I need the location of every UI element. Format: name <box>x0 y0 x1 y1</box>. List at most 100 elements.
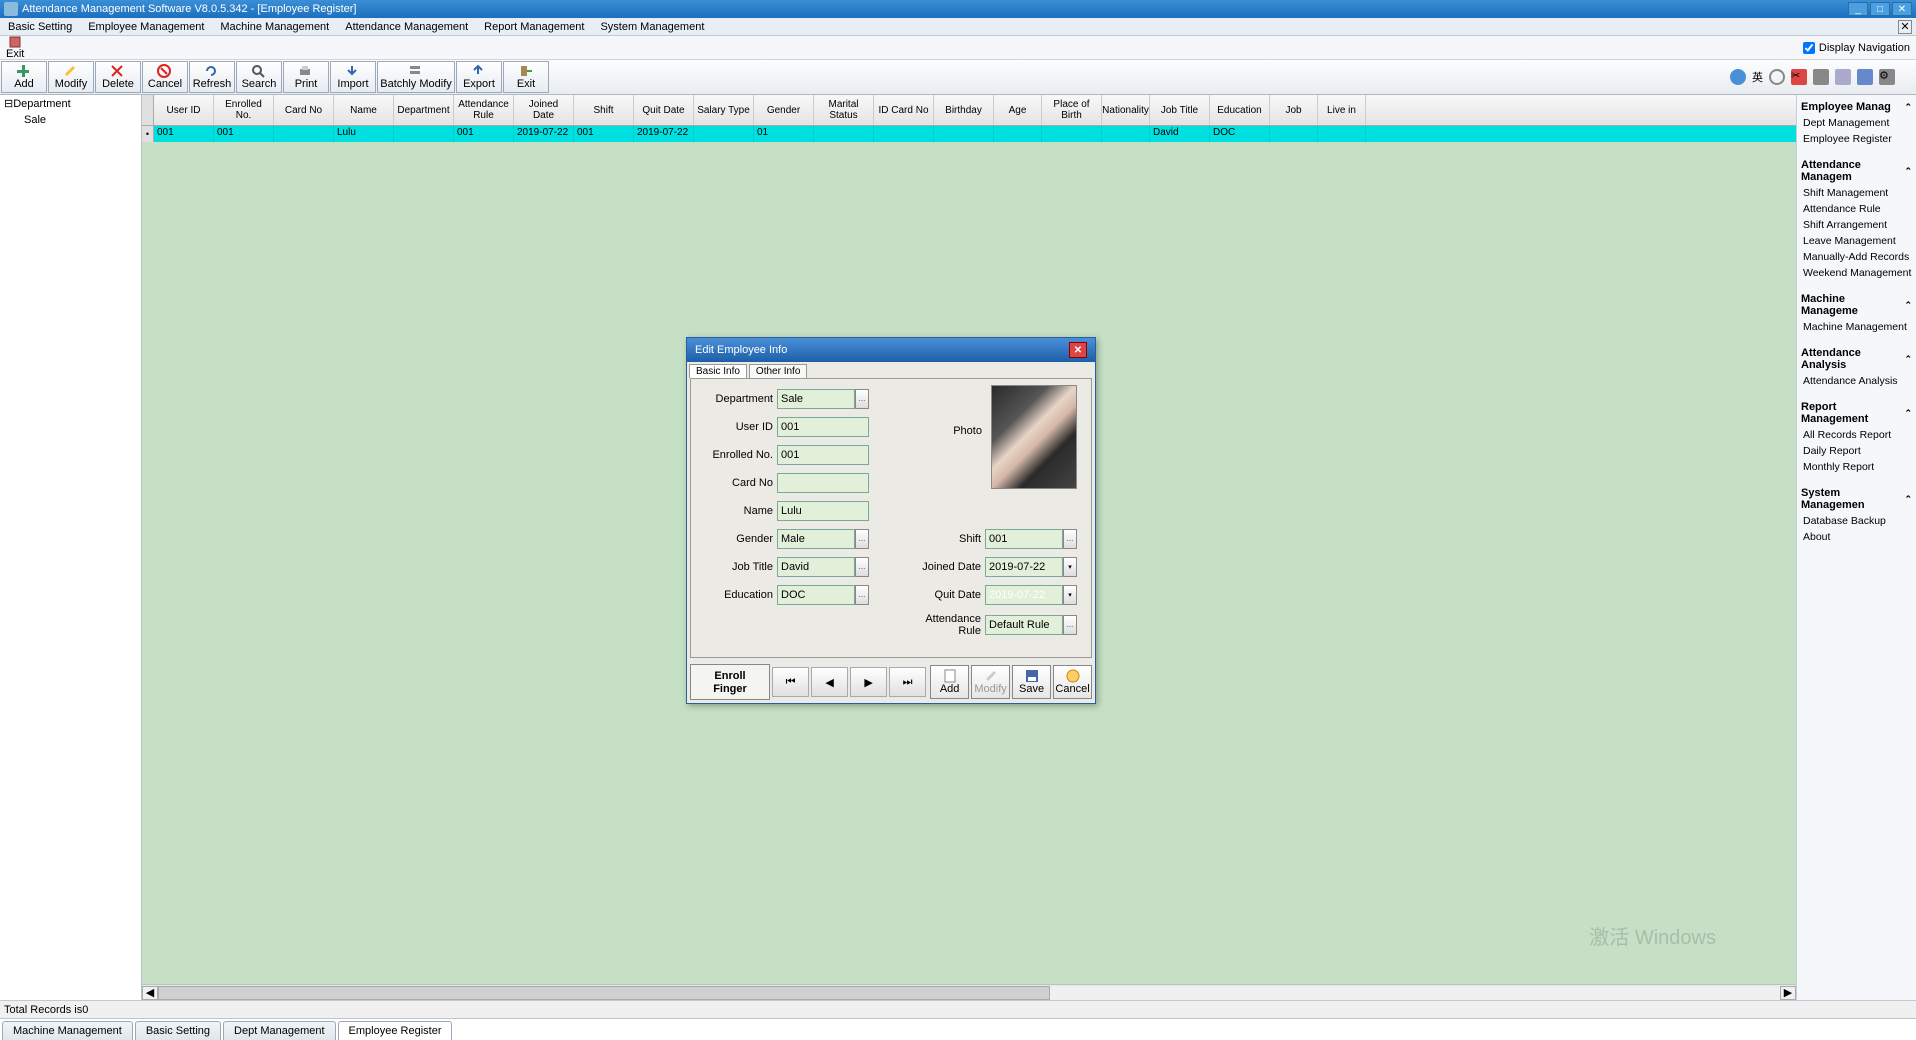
nav-all-records-report[interactable]: All Records Report <box>1801 427 1912 443</box>
cell[interactable]: 2019-07-22 <box>634 126 694 142</box>
cell[interactable] <box>1318 126 1366 142</box>
tab-dept-management[interactable]: Dept Management <box>223 1021 336 1040</box>
table-row[interactable]: • 001001Lulu0012019-07-220012019-07-2201… <box>142 126 1796 142</box>
shift-picker[interactable]: … <box>1063 529 1077 549</box>
cell[interactable]: 2019-07-22 <box>514 126 574 142</box>
close-button[interactable]: ✕ <box>1892 2 1912 16</box>
last-record-button[interactable]: ⏭ <box>889 667 926 697</box>
column-header[interactable]: Enrolled No. <box>214 95 274 125</box>
tab-basic-info[interactable]: Basic Info <box>689 364 747 378</box>
column-header[interactable]: Salary Type <box>694 95 754 125</box>
cell[interactable] <box>994 126 1042 142</box>
column-header[interactable]: Name <box>334 95 394 125</box>
print-button[interactable]: Print <box>283 61 329 93</box>
column-header[interactable]: Shift <box>574 95 634 125</box>
cell[interactable]: Lulu <box>334 126 394 142</box>
gender-picker[interactable]: … <box>855 529 869 549</box>
tree-root-department[interactable]: ⊟ Department <box>0 95 141 112</box>
nav-group-report[interactable]: Report Management⌃ <box>1801 399 1912 427</box>
dialog-cancel-button[interactable]: Cancel <box>1053 665 1092 699</box>
tab-basic-setting[interactable]: Basic Setting <box>135 1021 221 1040</box>
quit-picker[interactable]: ▾ <box>1063 585 1077 605</box>
education-field[interactable] <box>777 585 855 605</box>
menu-attendance-management[interactable]: Attendance Management <box>341 20 472 34</box>
add-button[interactable]: Add <box>1 61 47 93</box>
scroll-right-button[interactable]: ▶ <box>1780 986 1796 1000</box>
tab-machine-management[interactable]: Machine Management <box>2 1021 133 1040</box>
column-header[interactable]: Card No <box>274 95 334 125</box>
nav-group-machine[interactable]: Machine Manageme⌃ <box>1801 291 1912 319</box>
enrolled-field[interactable] <box>777 445 869 465</box>
education-picker[interactable]: … <box>855 585 869 605</box>
userid-field[interactable] <box>777 417 869 437</box>
scroll-thumb[interactable] <box>158 986 1050 1000</box>
column-header[interactable]: Education <box>1210 95 1270 125</box>
cancel-button[interactable]: Cancel <box>142 61 188 93</box>
cell[interactable]: 01 <box>754 126 814 142</box>
column-header[interactable]: Quit Date <box>634 95 694 125</box>
horizontal-scrollbar[interactable]: ◀ ▶ <box>142 984 1796 1000</box>
department-picker[interactable]: … <box>855 389 869 409</box>
menu-machine-management[interactable]: Machine Management <box>216 20 333 34</box>
cell[interactable]: 001 <box>574 126 634 142</box>
cell[interactable] <box>274 126 334 142</box>
search-button[interactable]: Search <box>236 61 282 93</box>
user-icon[interactable] <box>1835 69 1851 85</box>
column-header[interactable]: Department <box>394 95 454 125</box>
next-record-button[interactable]: ▶ <box>850 667 887 697</box>
keyboard-icon[interactable] <box>1813 69 1829 85</box>
nav-daily-report[interactable]: Daily Report <box>1801 443 1912 459</box>
clock-icon[interactable] <box>1769 69 1785 85</box>
menu-system-management[interactable]: System Management <box>596 20 708 34</box>
cell[interactable] <box>1270 126 1318 142</box>
column-header[interactable]: Attendance Rule <box>454 95 514 125</box>
quit-field[interactable] <box>985 585 1063 605</box>
column-header[interactable]: Nationality <box>1102 95 1150 125</box>
cell[interactable] <box>394 126 454 142</box>
scroll-left-button[interactable]: ◀ <box>142 986 158 1000</box>
menu-basic-setting[interactable]: Basic Setting <box>4 20 76 34</box>
prev-record-button[interactable]: ◀ <box>811 667 848 697</box>
nav-group-analysis[interactable]: Attendance Analysis⌃ <box>1801 345 1912 373</box>
joined-picker[interactable]: ▾ <box>1063 557 1077 577</box>
attrule-field[interactable] <box>985 615 1063 635</box>
cell[interactable]: 001 <box>154 126 214 142</box>
attrule-picker[interactable]: … <box>1063 615 1077 635</box>
dialog-add-button[interactable]: Add <box>930 665 969 699</box>
column-header[interactable]: ID Card No <box>874 95 934 125</box>
shift-field[interactable] <box>985 529 1063 549</box>
column-header[interactable]: Age <box>994 95 1042 125</box>
tool-icon[interactable] <box>1857 69 1873 85</box>
nav-about[interactable]: About <box>1801 529 1912 545</box>
minimize-button[interactable]: _ <box>1848 2 1868 16</box>
nav-employee-register[interactable]: Employee Register <box>1801 131 1912 147</box>
column-header[interactable]: Birthday <box>934 95 994 125</box>
tab-other-info[interactable]: Other Info <box>749 364 807 378</box>
column-header[interactable]: Live in <box>1318 95 1366 125</box>
cell[interactable]: 001 <box>454 126 514 142</box>
name-field[interactable] <box>777 501 869 521</box>
exit-toolbar-button[interactable]: Exit <box>503 61 549 93</box>
joined-field[interactable] <box>985 557 1063 577</box>
menu-employee-management[interactable]: Employee Management <box>84 20 208 34</box>
dialog-modify-button[interactable]: Modify <box>971 665 1010 699</box>
mdi-close-button[interactable]: ✕ <box>1898 20 1912 34</box>
nav-shift-arrangement[interactable]: Shift Arrangement <box>1801 217 1912 233</box>
export-button[interactable]: Export <box>456 61 502 93</box>
cell[interactable]: DOC <box>1210 126 1270 142</box>
first-record-button[interactable]: ⏮ <box>772 667 809 697</box>
nav-manually-add[interactable]: Manually-Add Records <box>1801 249 1912 265</box>
display-navigation-checkbox[interactable] <box>1803 42 1815 54</box>
column-header[interactable]: Marital Status <box>814 95 874 125</box>
cell[interactable] <box>1042 126 1102 142</box>
nav-group-employee[interactable]: Employee Manag⌃ <box>1801 99 1912 115</box>
exit-button[interactable]: Exit <box>6 36 24 60</box>
column-header[interactable]: Gender <box>754 95 814 125</box>
modify-button[interactable]: Modify <box>48 61 94 93</box>
batchly-modify-button[interactable]: Batchly Modify <box>377 61 455 93</box>
tree-item-sale[interactable]: Sale <box>0 112 141 128</box>
nav-shift-management[interactable]: Shift Management <box>1801 185 1912 201</box>
jobtitle-picker[interactable]: … <box>855 557 869 577</box>
nav-attendance-analysis[interactable]: Attendance Analysis <box>1801 373 1912 389</box>
enroll-finger-button[interactable]: Enroll Finger <box>690 664 770 700</box>
